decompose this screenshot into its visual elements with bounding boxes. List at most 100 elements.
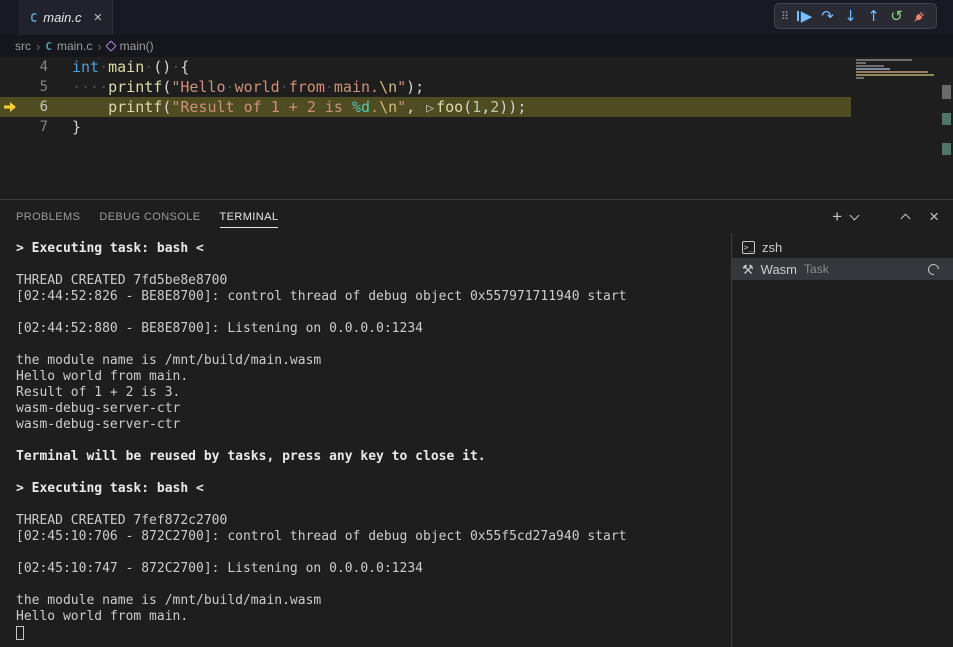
code-token: · [226,78,235,96]
code-token: · [280,78,289,96]
code-token: \n [379,78,397,96]
terminal-line: THREAD CREATED 7fd5be8e8700 [16,273,731,289]
line-number: 4 [0,57,48,77]
code-line-4[interactable]: 4int·main·()·{ [0,57,851,77]
code-token: "Hello [171,78,225,96]
debug-current-line-arrow-icon [3,101,17,113]
terminal-line [16,257,731,273]
code-token: , [406,98,415,116]
panel-tab-bar: PROBLEMS DEBUG CONSOLE TERMINAL + × [0,200,953,233]
code-token: ( [463,98,472,116]
code-token: · [325,78,334,96]
code-token: . [370,98,379,116]
maximize-panel-chevron-up-icon[interactable] [901,213,911,223]
code-token: " [397,98,406,116]
disconnect-button[interactable] [908,5,931,28]
code-token: · [99,58,108,76]
minimap-line [856,71,928,73]
code-token: · [144,58,153,76]
code-line-7[interactable]: 7} [0,117,851,137]
minimap[interactable] [852,57,941,199]
code-token: + [289,98,298,116]
code-token: 1 [472,98,481,116]
terminal-line: wasm-debug-server-ctr [16,401,731,417]
terminal-line [16,497,731,513]
breadcrumb-separator-icon: › [36,40,40,53]
code-line-6[interactable]: 6····printf("Result·of·1·+·2·is·%d.\n",·… [0,97,851,117]
panel-actions: + × [832,200,939,233]
code-token: { [180,58,189,76]
terminal-line [16,305,731,321]
code-token: ···· [72,98,108,116]
code-token: ( [162,78,171,96]
drag-grip-icon[interactable]: ⠿ [781,10,789,23]
code-token: · [235,98,244,116]
code-token: main [108,58,144,76]
debug-toolbar: ⠿ ▶↷↓↑↺ [774,3,937,29]
terminal-line [16,433,731,449]
step-out-button[interactable]: ↑ [862,5,885,28]
tab-problems[interactable]: PROBLEMS [16,206,80,227]
task-running-spinner-icon [926,261,941,276]
breadcrumb-item-file[interactable]: main.c [57,39,92,53]
overview-ruler-mark [942,113,951,125]
code-token: ( [162,98,171,116]
terminal-line: [02:44:52:880 - BE8E8700]: Listening on … [16,321,731,337]
tab-main-c[interactable]: C main.c × [18,0,113,35]
vscode-window: C main.c × ⠿ ▶↷↓↑↺ src › C main.c › main… [0,0,953,647]
breadcrumb-item-src[interactable]: src [15,39,31,53]
terminal-output[interactable]: > Executing task: bash < THREAD CREATED 7… [0,233,731,647]
code-line-5[interactable]: 5····printf("Hello·world·from·main.\n"); [0,77,851,97]
tab-label: main.c [43,10,81,25]
launch-profile-chevron-down-icon[interactable] [850,210,860,220]
code-token: is [325,98,343,116]
tab-terminal[interactable]: TERMINAL [220,206,279,228]
terminal-line: the module name is /mnt/build/main.wasm [16,593,731,609]
code-token: , [481,98,490,116]
terminal-tab-wasm-task[interactable]: ⚒ Wasm Task [732,258,953,280]
terminal-tab-zsh[interactable]: >_ zsh [732,236,953,258]
code-token: · [316,98,325,116]
code-token: () [153,58,171,76]
code-token: )); [499,98,526,116]
new-terminal-button[interactable]: + [832,208,842,225]
restart-button[interactable]: ↺ [885,5,908,28]
terminal-cursor [16,626,24,640]
code-token: ···· [72,78,108,96]
terminal-tab-suffix: Task [804,262,829,276]
terminal-line: the module name is /mnt/build/main.wasm [16,353,731,369]
tools-icon: ⚒ [742,263,754,276]
terminal-line: Terminal will be reused by tasks, press … [16,449,731,465]
minimap-line [856,74,934,76]
terminal-line [16,545,731,561]
step-over-button[interactable]: ↷ [816,5,839,28]
code-token: printf [108,78,162,96]
code-token: 2 [490,98,499,116]
tab-debug-console[interactable]: DEBUG CONSOLE [99,206,200,227]
terminal-line: > Executing task: bash < [16,241,731,257]
code-token: main. [334,78,379,96]
step-into-button[interactable]: ↓ [839,5,862,28]
inline-debug-run-icon[interactable]: ▷ [424,101,436,116]
terminal-line: Hello world from main. [16,369,731,385]
tab-close-icon[interactable]: × [94,10,103,25]
terminal-line [16,625,731,641]
terminal-line: [02:45:10:747 - 872C2700]: Listening on … [16,561,731,577]
code-token: of [244,98,262,116]
minimap-line [856,59,912,61]
overview-ruler[interactable] [942,57,952,199]
breadcrumb-separator-icon: › [97,40,101,53]
terminal-line: [02:45:10:706 - 872C2700]: control threa… [16,529,731,545]
code-token: \n [379,98,397,116]
code-editor[interactable]: 4int·main·()·{5····printf("Hello·world·f… [0,57,953,199]
breadcrumb-item-symbol[interactable]: main() [120,39,154,53]
code-token: · [280,98,289,116]
close-panel-icon[interactable]: × [929,208,939,225]
continue-button[interactable]: ▶ [793,5,816,28]
code-token: %d [352,98,370,116]
line-number: 7 [0,117,48,137]
terminal-line [16,465,731,481]
code-token: 2 [307,98,316,116]
terminal-line: Result of 1 + 2 is 3. [16,385,731,401]
tab-bar: C main.c × ⠿ ▶↷↓↑↺ [0,0,953,35]
